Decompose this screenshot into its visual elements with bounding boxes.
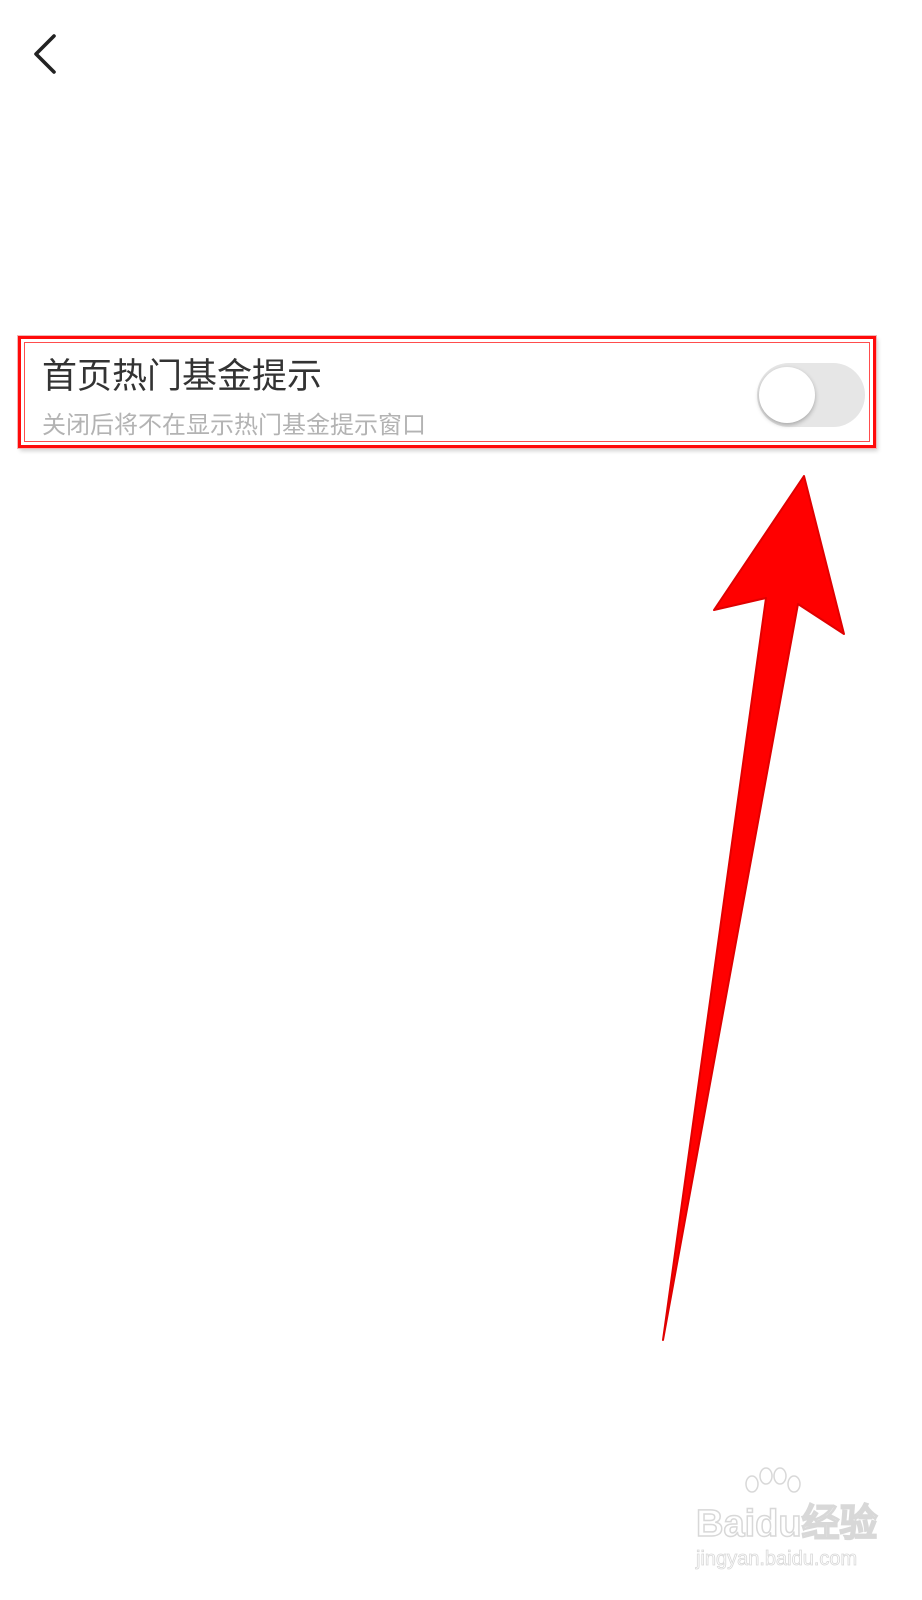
home-hot-fund-tip-setting: 首页热门基金提示 关闭后将不在显示热门基金提示窗口 [18, 336, 876, 448]
toggle-knob [759, 367, 815, 423]
baidu-jingyan-watermark: Baidu经验 jingyan.baidu.com [690, 1466, 878, 1586]
setting-title: 首页热门基金提示 [42, 357, 323, 397]
back-button[interactable] [18, 22, 74, 86]
highlight-frame: 首页热门基金提示 关闭后将不在显示热门基金提示窗口 [24, 342, 870, 442]
arrow-shape [662, 475, 845, 1341]
annotation-arrow [662, 475, 845, 1341]
watermark-brand: Baidu经验 [695, 1502, 878, 1546]
setting-description: 关闭后将不在显示热门基金提示窗口 [42, 411, 426, 439]
paw-icon [745, 1467, 801, 1493]
hot-fund-tip-toggle[interactable] [757, 363, 865, 427]
chevron-left-icon [34, 34, 56, 74]
watermark-url: jingyan.baidu.com [696, 1548, 858, 1571]
